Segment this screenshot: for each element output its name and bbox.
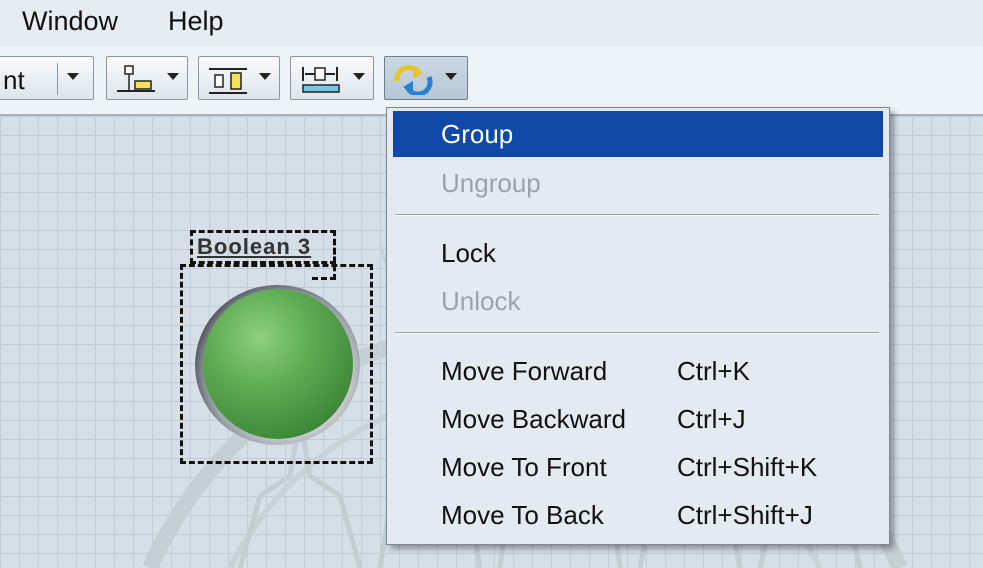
chevron-down-icon xyxy=(167,73,179,80)
menu-item-label: Move To Front xyxy=(441,452,607,482)
toolbar: nt xyxy=(0,46,983,116)
menu-item-label: Group xyxy=(441,119,514,149)
distribute-objects-icon xyxy=(209,68,247,94)
align-objects-button[interactable] xyxy=(106,56,188,100)
font-dropdown-text: nt xyxy=(3,65,25,95)
menu-item-label: Move Forward xyxy=(441,356,608,386)
menu-item-move-to-back[interactable]: Move To Back Ctrl+Shift+J xyxy=(393,492,883,538)
align-objects-icon xyxy=(117,65,155,92)
menu-bar: Window Help xyxy=(0,0,983,46)
dropdown-divider xyxy=(57,63,58,95)
resize-objects-icon xyxy=(302,67,340,93)
menu-item-label: Move Backward xyxy=(441,404,626,434)
resize-objects-button[interactable] xyxy=(290,56,374,100)
boolean-led-control[interactable] xyxy=(203,289,353,439)
chevron-down-icon xyxy=(259,73,271,80)
menu-item-label: Lock xyxy=(441,238,496,268)
menu-separator xyxy=(395,332,879,334)
menu-item-shortcut: Ctrl+K xyxy=(677,356,750,386)
menu-item-shortcut: Ctrl+J xyxy=(677,404,746,434)
menu-item-label: Unlock xyxy=(441,286,521,316)
menu-separator xyxy=(395,214,879,216)
chevron-down-icon xyxy=(445,73,457,80)
chevron-down-icon xyxy=(353,73,365,80)
menu-help[interactable]: Help xyxy=(168,4,224,38)
reorder-dropdown-menu: Group Ungroup Lock Unlock Move Forward C… xyxy=(386,107,890,545)
distribute-objects-button[interactable] xyxy=(198,56,280,100)
menu-item-unlock: Unlock xyxy=(393,278,883,324)
font-dropdown[interactable]: nt xyxy=(0,56,94,100)
menu-item-label: Move To Back xyxy=(441,500,604,530)
chevron-down-icon xyxy=(67,73,79,80)
menu-window[interactable]: Window xyxy=(22,4,118,38)
menu-item-move-backward[interactable]: Move Backward Ctrl+J xyxy=(393,396,883,442)
menu-item-shortcut: Ctrl+Shift+K xyxy=(677,452,818,482)
menu-item-move-to-front[interactable]: Move To Front Ctrl+Shift+K xyxy=(393,444,883,490)
reorder-icon xyxy=(394,65,433,95)
menu-item-lock[interactable]: Lock xyxy=(393,230,883,276)
menu-item-shortcut: Ctrl+Shift+J xyxy=(677,500,813,530)
reorder-button[interactable] xyxy=(384,56,468,100)
menu-item-move-forward[interactable]: Move Forward Ctrl+K xyxy=(393,348,883,394)
menu-item-ungroup: Ungroup xyxy=(393,160,883,206)
menu-item-group[interactable]: Group xyxy=(393,111,883,157)
menu-item-label: Ungroup xyxy=(441,168,541,198)
